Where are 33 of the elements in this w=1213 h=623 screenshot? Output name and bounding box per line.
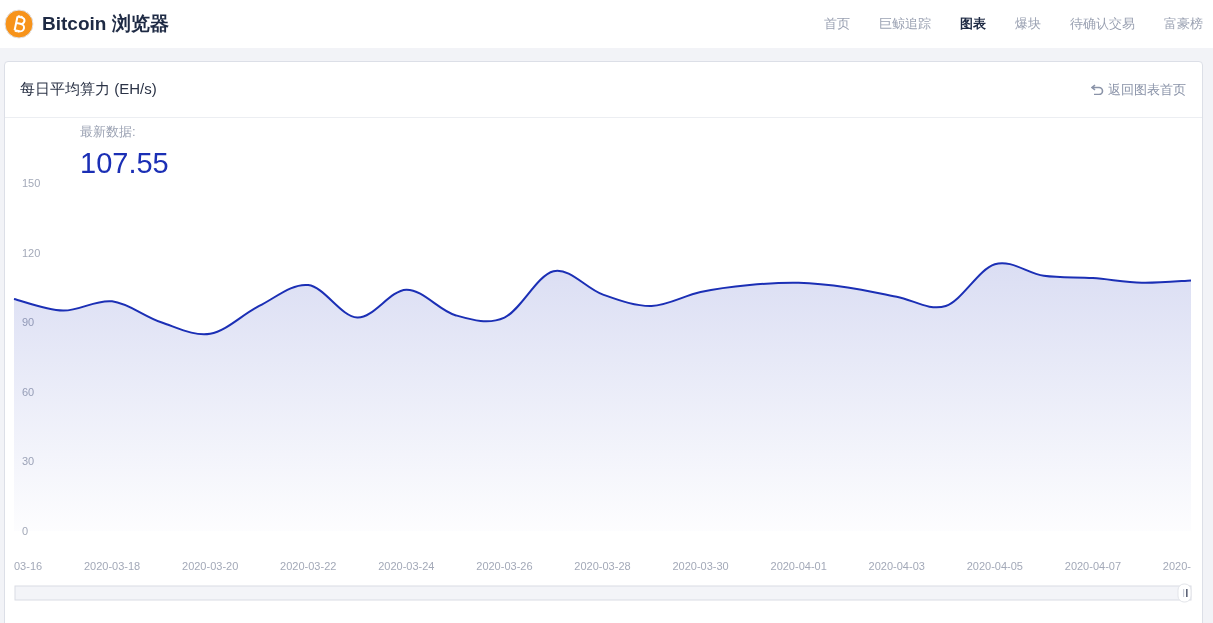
nav-link[interactable]: 巨鲸追踪 <box>879 15 931 33</box>
nav-link[interactable]: 首页 <box>824 15 850 33</box>
x-axis-label: 2020-04-05 <box>966 560 1023 572</box>
x-axis-label: 2020-03-30 <box>672 560 729 572</box>
back-link[interactable]: 返回图表首页 <box>1091 80 1186 99</box>
y-axis-label: 120 <box>22 246 41 259</box>
y-axis-label: 90 <box>22 316 35 329</box>
chart-title: 每日平均算力 (EH/s) <box>20 80 157 99</box>
x-axis-label: 2020- <box>1162 560 1191 572</box>
x-axis-label: 2020-03-18 <box>83 560 141 572</box>
y-axis-label: 0 <box>22 525 29 537</box>
nav-link[interactable]: 富豪榜 <box>1164 15 1203 33</box>
x-axis-label: 2020-03-26 <box>476 560 533 572</box>
nav-link[interactable]: 爆块 <box>1015 15 1041 33</box>
latest-data-value: 107.55 <box>80 147 169 180</box>
y-axis-label: 150 <box>22 177 41 189</box>
x-axis-label: 2020-03-22 <box>280 560 337 572</box>
y-axis-label: 60 <box>22 385 35 398</box>
bitcoin-logo-icon <box>4 9 34 39</box>
x-axis-label: 2020-04-01 <box>770 560 827 572</box>
zoom-slider[interactable] <box>14 583 1192 603</box>
x-axis-label: 2020-04-07 <box>1064 560 1122 572</box>
site-title[interactable]: Bitcoin 浏览器 <box>42 11 169 37</box>
nav-link[interactable]: 图表 <box>960 15 986 33</box>
y-axis-label: 30 <box>22 455 35 468</box>
return-icon <box>1091 84 1104 95</box>
latest-data-label: 最新数据: <box>80 123 137 141</box>
x-axis-label: 2020-03-28 <box>574 560 631 572</box>
nav-link[interactable]: 待确认交易 <box>1070 15 1135 33</box>
x-axis-label: 2020-04-03 <box>868 560 925 572</box>
x-axis-label: 2020-03-20 <box>182 560 239 572</box>
x-axis-label: 03-16 <box>14 560 43 572</box>
x-axis-label: 2020-03-24 <box>378 560 435 572</box>
